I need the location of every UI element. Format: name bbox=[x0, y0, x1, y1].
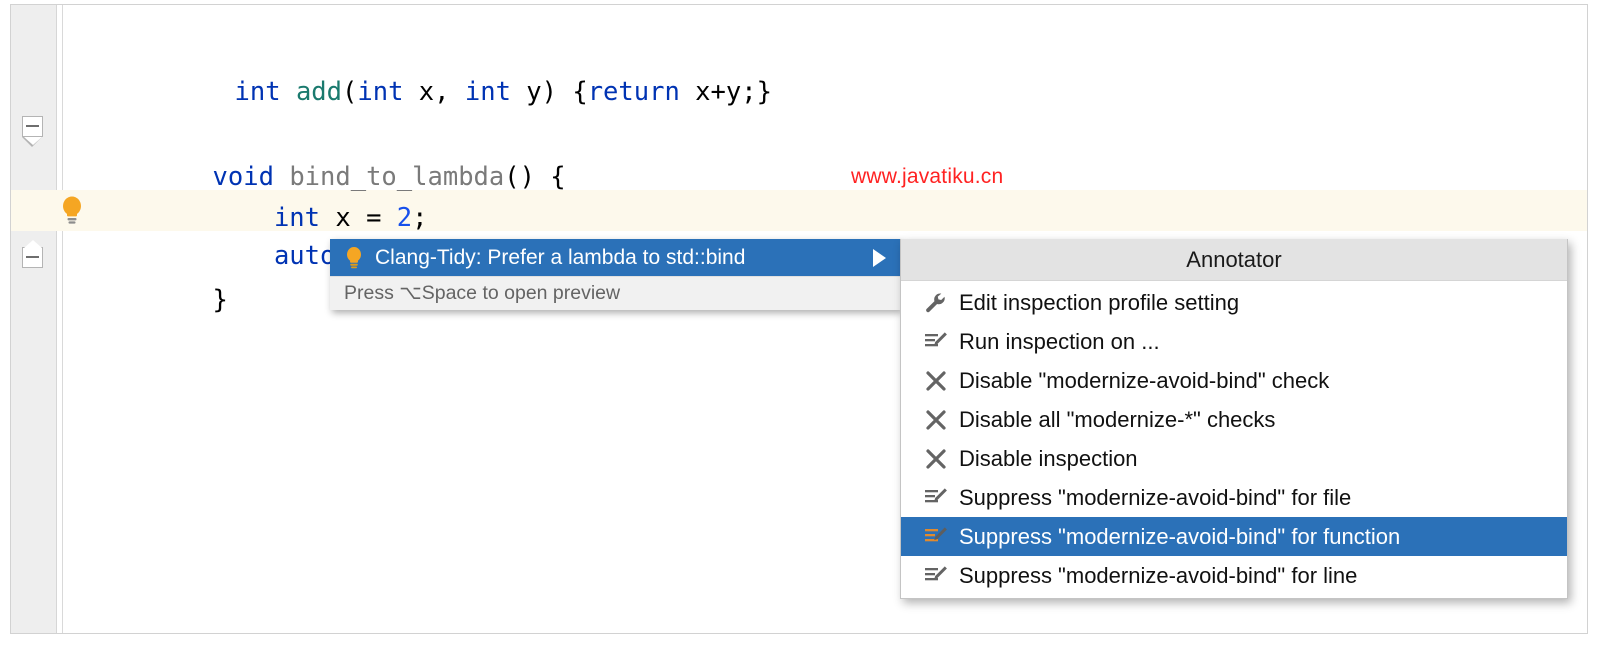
inspection-tooltip[interactable]: Clang-Tidy: Prefer a lambda to std::bind… bbox=[330, 239, 900, 310]
menu-item-suppress-for-function[interactable]: Suppress "modernize-avoid-bind" for func… bbox=[901, 517, 1567, 556]
menu-item-label: Suppress "modernize-avoid-bind" for line bbox=[959, 563, 1357, 589]
menu-item-label: Disable all "modernize-*" checks bbox=[959, 407, 1275, 433]
menu-item-disable-inspection[interactable]: Disable inspection bbox=[901, 439, 1567, 478]
annotator-menu-list[interactable]: Edit inspection profile setting Run insp… bbox=[901, 281, 1567, 598]
menu-item-label: Disable inspection bbox=[959, 446, 1138, 472]
close-x-icon bbox=[919, 370, 953, 392]
menu-item-label: Disable "modernize-avoid-bind" check bbox=[959, 368, 1329, 394]
code-line-6-text: } bbox=[59, 239, 228, 362]
inspection-tooltip-hint: Press ⌥Space to open preview bbox=[330, 276, 900, 310]
menu-item-label: Run inspection on ... bbox=[959, 329, 1160, 355]
annotator-menu[interactable]: Annotator Edit inspection profile settin… bbox=[900, 239, 1568, 599]
close-x-icon bbox=[919, 409, 953, 431]
code-line-4[interactable]: int x = 2; bbox=[11, 157, 1587, 198]
suppress-icon bbox=[919, 487, 953, 509]
run-inspection-icon bbox=[919, 331, 953, 353]
screenshot-root: int add(int x, int y) {return x+y;} void… bbox=[0, 0, 1606, 655]
inspection-tooltip-title: Clang-Tidy: Prefer a lambda to std::bind bbox=[375, 246, 873, 270]
code-line-5[interactable]: auto clj = std::bind(add,x,x); bbox=[11, 195, 1587, 236]
menu-item-disable-check[interactable]: Disable "modernize-avoid-bind" check bbox=[901, 361, 1567, 400]
lightbulb-icon bbox=[344, 246, 364, 270]
wrench-icon bbox=[919, 291, 953, 315]
watermark-text: www.javatiku.cn bbox=[851, 165, 1003, 189]
menu-item-suppress-for-line[interactable]: Suppress "modernize-avoid-bind" for line bbox=[901, 556, 1567, 595]
code-line-3[interactable]: void bind_to_lambda() { bbox=[11, 116, 1587, 157]
menu-item-run-inspection-on[interactable]: Run inspection on ... bbox=[901, 322, 1567, 361]
menu-item-label: Edit inspection profile setting bbox=[959, 290, 1239, 316]
menu-item-suppress-for-file[interactable]: Suppress "modernize-avoid-bind" for file bbox=[901, 478, 1567, 517]
annotator-menu-title: Annotator bbox=[901, 239, 1567, 281]
triangle-right-icon[interactable] bbox=[873, 249, 886, 267]
code-line-2[interactable] bbox=[11, 75, 1587, 116]
menu-item-label: Suppress "modernize-avoid-bind" for file bbox=[959, 485, 1351, 511]
menu-item-edit-inspection-profile[interactable]: Edit inspection profile setting bbox=[901, 283, 1567, 322]
suppress-icon bbox=[919, 526, 953, 548]
suppress-icon bbox=[919, 565, 953, 587]
inspection-tooltip-header[interactable]: Clang-Tidy: Prefer a lambda to std::bind bbox=[330, 239, 900, 276]
close-x-icon bbox=[919, 448, 953, 470]
menu-item-label: Suppress "modernize-avoid-bind" for func… bbox=[959, 524, 1400, 550]
menu-item-disable-all-checks[interactable]: Disable all "modernize-*" checks bbox=[901, 400, 1567, 439]
code-line-1[interactable]: int add(int x, int y) {return x+y;} bbox=[11, 31, 1587, 72]
